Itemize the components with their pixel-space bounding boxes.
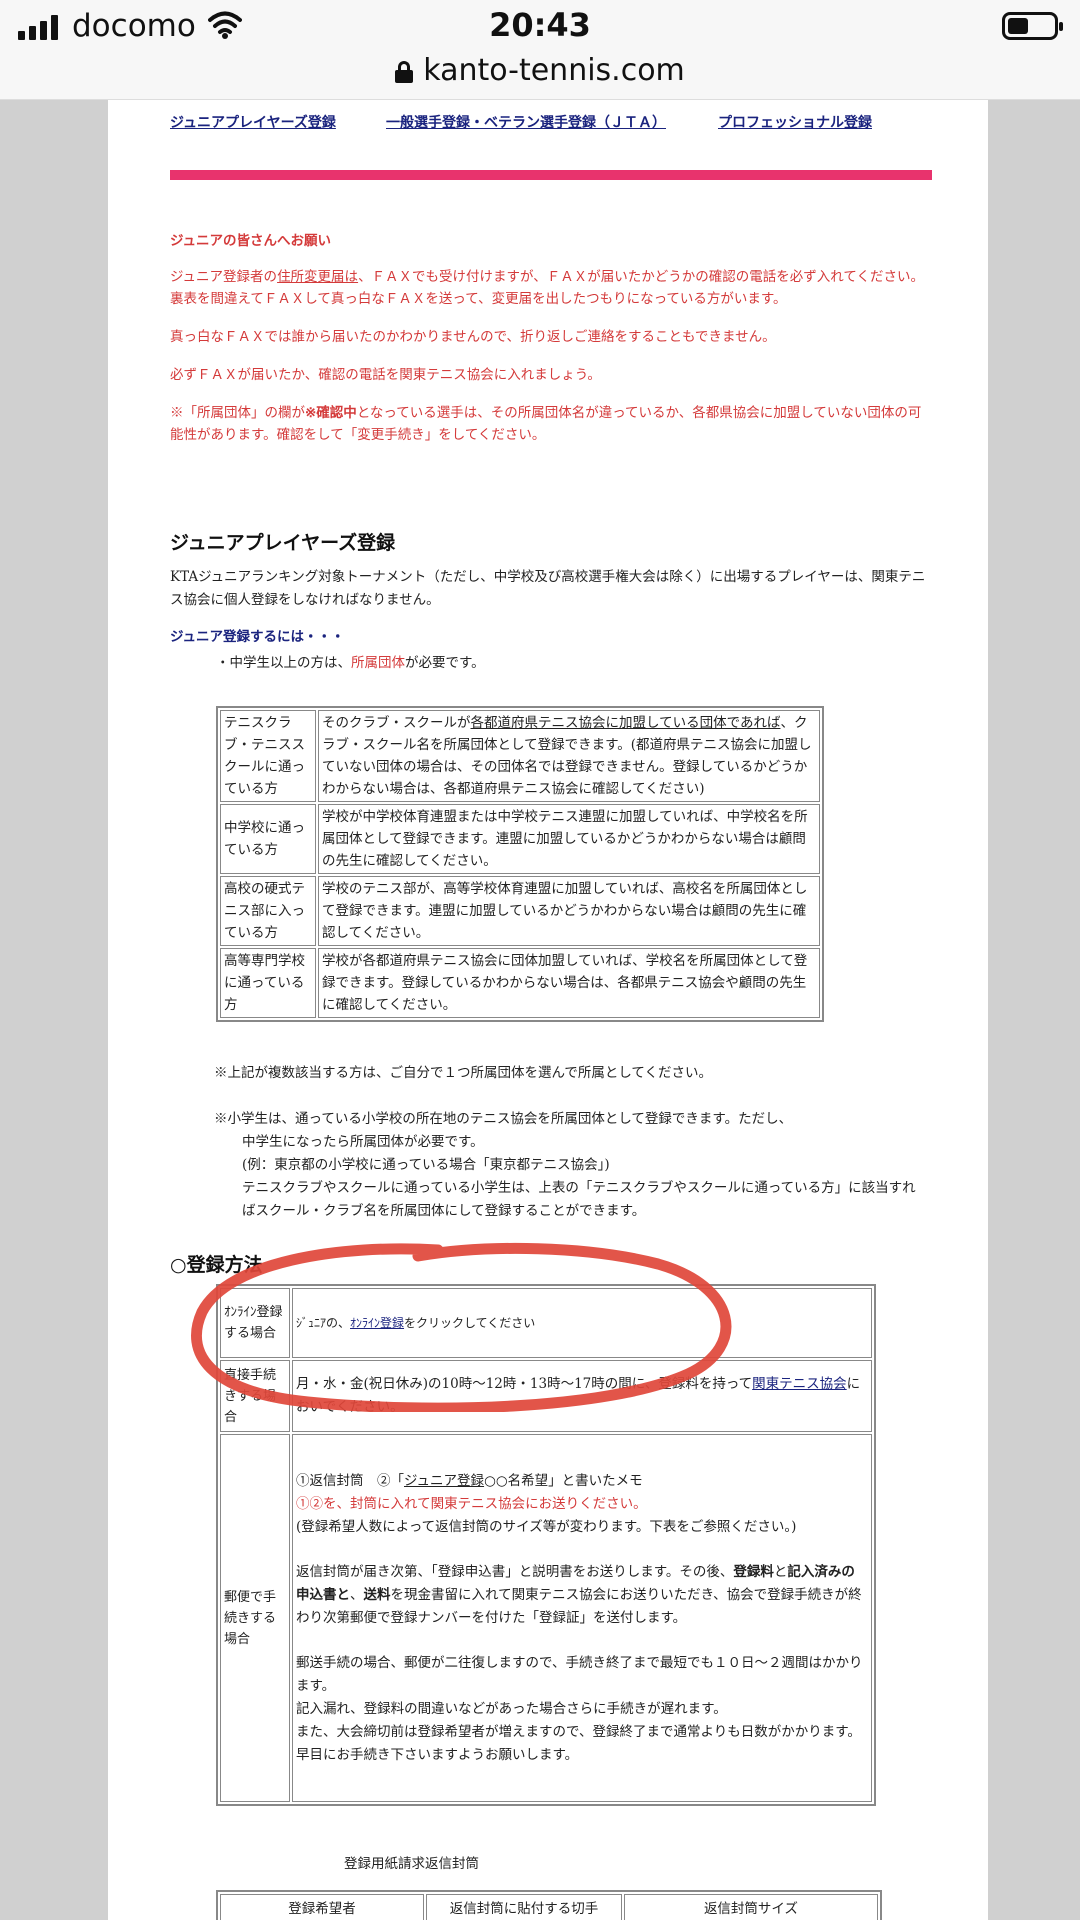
intro-text: KTAジュニアランキング対象トーナメント（ただし、中学校及び高校選手権大会は除く… bbox=[170, 569, 926, 608]
note-elementary: ※小学生は、通っている小学校の所在地のテニス協会を所属団体として登録できます。た… bbox=[214, 1111, 916, 1219]
column-header: 登録希望者 bbox=[220, 1894, 424, 1920]
divider-bar bbox=[170, 170, 932, 180]
notice-paragraph-4: ※「所属団体」の欄が※確認中となっている選手は、その所属団体名が違っているか、各… bbox=[170, 405, 922, 443]
table-row: 中学校に通っている方 学校が中学校体育連盟または中学校テニス連盟に加盟していれば… bbox=[220, 804, 820, 874]
notice-paragraph-1: ジュニア登録者の住所変更届は、ＦＡＸでも受け付けますが、ＦＡＸが届いたかどうかの… bbox=[170, 269, 924, 307]
address-bar[interactable]: kanto-tennis.com bbox=[0, 48, 1080, 92]
battery-level bbox=[1008, 18, 1028, 34]
table-row-mail: 郵便で手続きする場合 ①返信封筒 ②「ジュニア登録○○名希望」と書いたメモ ①②… bbox=[220, 1434, 872, 1802]
kanto-tennis-association-link[interactable]: 関東テニス協会 bbox=[752, 1376, 847, 1392]
notice-title: ジュニアの皆さんへお願い bbox=[170, 233, 332, 249]
red-marker-circle bbox=[191, 1242, 732, 1412]
table-header-row: 登録希望者 返信封筒に貼付する切手 返信封筒サイズ bbox=[220, 1894, 878, 1920]
clock: 20:43 bbox=[489, 6, 591, 44]
url-text: kanto-tennis.com bbox=[423, 52, 685, 88]
junior-registration-link[interactable]: ジュニアプレイヤーズ登録 bbox=[170, 112, 336, 132]
battery-icon bbox=[1002, 12, 1063, 40]
column-header: 返信封筒に貼付する切手 bbox=[426, 1894, 622, 1920]
row-text: 学校のテニス部が、高等学校体育連盟に加盟していれば、高校名を所属団体として登録で… bbox=[318, 876, 820, 946]
row-label: 高校の硬式テニス部に入っている方 bbox=[220, 876, 316, 946]
column-header: 返信封筒サイズ bbox=[624, 1894, 878, 1920]
bullet-affiliation: ・中学生以上の方は、所属団体が必要です。 bbox=[216, 655, 485, 671]
note-multiple: ※上記が複数該当する方は、ご自分で１つ所属団体を選んで所属としてください。 bbox=[214, 1065, 713, 1081]
lock-icon bbox=[395, 61, 414, 83]
row-text: 学校が中学校体育連盟または中学校テニス連盟に加盟していれば、中学校名を所属団体と… bbox=[318, 804, 820, 874]
affiliation-table: テニスクラブ・テニススクールに通っている方 そのクラブ・スクールが各都道府県テニ… bbox=[216, 706, 824, 1022]
envelope-table: 登録希望者 返信封筒に貼付する切手 返信封筒サイズ bbox=[216, 1890, 882, 1920]
mail-text: ①返信封筒 ②「ジュニア登録○○名希望」と書いたメモ ①②を、封筒に入れて関東テ… bbox=[292, 1434, 872, 1802]
row-label: テニスクラブ・テニススクールに通っている方 bbox=[220, 710, 316, 802]
row-label: 高等専門学校に通っている方 bbox=[220, 948, 316, 1018]
row-text: そのクラブ・スクールが各都道府県テニス協会に加盟している団体であれば、クラブ・ス… bbox=[318, 710, 820, 802]
table-row: 高校の硬式テニス部に入っている方 学校のテニス部が、高等学校体育連盟に加盟してい… bbox=[220, 876, 820, 946]
status-bar: docomo 20:43 kanto-tennis.com bbox=[0, 0, 1080, 100]
row-text: 学校が各都道府県テニス協会に団体加盟していれば、学校名を所属団体として登録できま… bbox=[318, 948, 820, 1018]
mail-label: 郵便で手続きする場合 bbox=[220, 1434, 290, 1802]
address-change-link[interactable]: 住所変更届は bbox=[277, 269, 358, 285]
howto-title: ジュニア登録するには・・・ bbox=[170, 629, 345, 645]
row-label: 中学校に通っている方 bbox=[220, 804, 316, 874]
envelope-table-caption: 登録用紙請求返信封筒 bbox=[344, 1856, 479, 1872]
web-page: ジュニアプレイヤーズ登録 一般選手登録・ベテラン選手登録（ＪＴＡ） プロフェッシ… bbox=[108, 100, 988, 1920]
table-row: テニスクラブ・テニススクールに通っている方 そのクラブ・スクールが各都道府県テニ… bbox=[220, 710, 820, 802]
notice-paragraph-3: 必ずＦＡＸが届いたか、確認の電話を関東テニス協会に入れましょう。 bbox=[170, 367, 601, 383]
table-row: 高等専門学校に通っている方 学校が各都道府県テニス協会に団体加盟していれば、学校… bbox=[220, 948, 820, 1018]
general-registration-link[interactable]: 一般選手登録・ベテラン選手登録（ＪＴＡ） bbox=[386, 112, 666, 132]
notice-paragraph-2: 真っ白なＦＡＸでは誰から届いたのかわかりませんので、折り返しご連絡をすることもで… bbox=[170, 329, 776, 345]
section-heading: ジュニアプレイヤーズ登録 bbox=[170, 532, 396, 554]
pro-registration-link[interactable]: プロフェッショナル登録 bbox=[718, 112, 872, 132]
